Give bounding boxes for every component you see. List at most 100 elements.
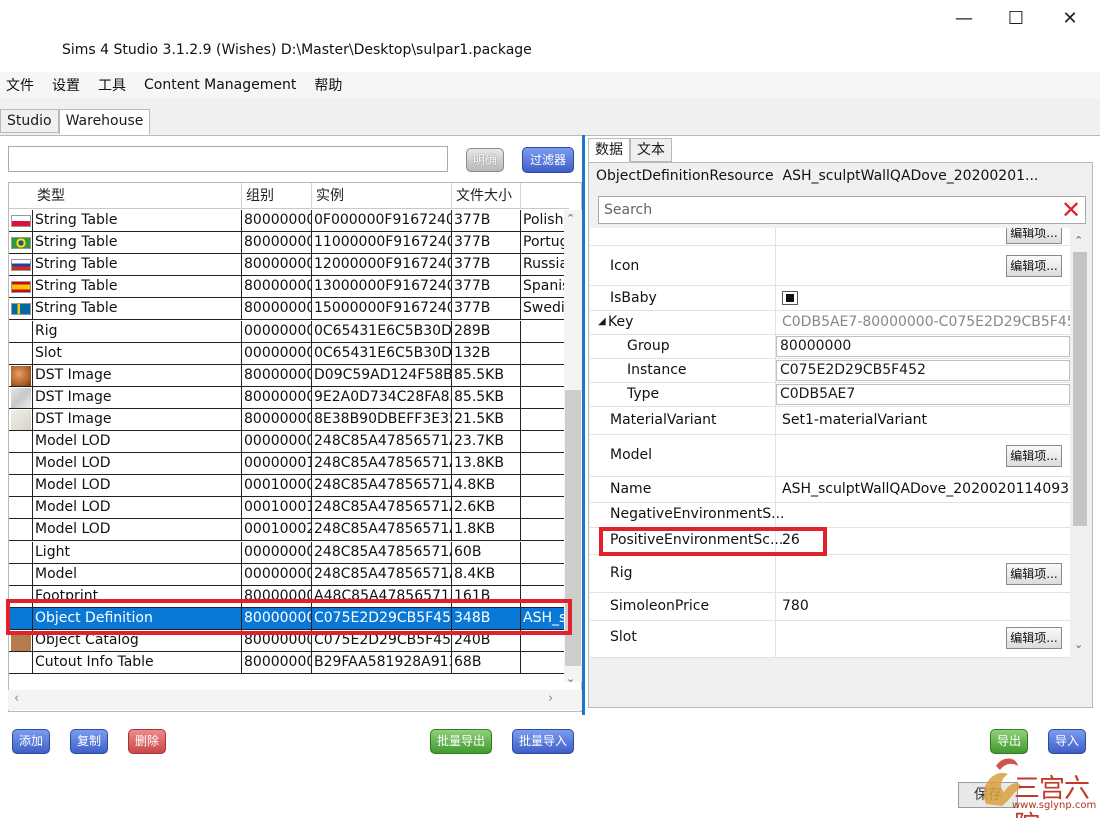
cell-instance: 0F000000F9167240 xyxy=(312,210,452,231)
cell-group: 00010001 xyxy=(242,497,312,519)
menu-settings[interactable]: 设置 xyxy=(52,75,80,95)
tab-text[interactable]: 文本 xyxy=(630,138,672,162)
cell-group: 80000000 xyxy=(242,652,312,673)
scroll-right-arrow-icon[interactable]: › xyxy=(548,691,553,706)
cell-type: DST Image xyxy=(33,364,242,386)
table-row[interactable]: Rig 00000000 0C65431E6C5B30DE 289B xyxy=(9,320,571,343)
cell-instance: 248C85A47856571A xyxy=(312,431,452,452)
property-grid-scroll-thumb[interactable] xyxy=(1073,252,1087,526)
table-row[interactable]: Model 00000000 248C85A47856571A 8.4KB xyxy=(9,563,571,586)
scroll-up-arrow-icon[interactable]: ⌃ xyxy=(566,212,575,225)
cell-instance: D09C59AD124F58BF xyxy=(312,364,452,386)
property-name-model: Model xyxy=(610,447,653,463)
clear-button[interactable]: 明确 xyxy=(466,148,504,172)
edit-rig-button[interactable]: 编辑项... xyxy=(1006,563,1062,585)
cell-size: 377B xyxy=(452,276,521,298)
edit-model-button[interactable]: 编辑项... xyxy=(1006,445,1062,467)
menu-help[interactable]: 帮助 xyxy=(314,75,342,95)
maximize-button[interactable]: ☐ xyxy=(996,6,1036,30)
column-header-type[interactable]: 类型 xyxy=(33,183,242,209)
cell-size: 377B xyxy=(452,232,521,254)
batch-import-button[interactable]: 批量导入 xyxy=(512,729,574,754)
table-row[interactable]: Model LOD 00000000 248C85A47856571A 23.7KB xyxy=(9,431,571,453)
table-row[interactable]: DST Image 80000000 9E2A0D734C28FA85 85.5KB xyxy=(9,386,571,409)
table-row[interactable]: Model LOD 00010001 248C85A47856571A 2.6KB xyxy=(9,497,571,520)
table-row[interactable]: Model LOD 00010000 248C85A47856571A 4.8KB xyxy=(9,475,571,498)
cell-instance: 248C85A47856571A xyxy=(312,475,452,497)
tab-warehouse[interactable]: Warehouse xyxy=(58,109,151,135)
collapse-triangle-icon[interactable]: ◢ xyxy=(598,316,606,327)
cell-size: 85.5KB xyxy=(452,364,521,386)
cell-icon xyxy=(9,298,33,320)
menu-tools[interactable]: 工具 xyxy=(98,75,126,95)
edit-button-partial[interactable]: 编辑项... xyxy=(1006,228,1062,244)
table-row[interactable]: Cutout Info Table 80000000 B29FAA581928A91… xyxy=(9,652,571,674)
app-window: — ☐ ✕ Sims 4 Studio 3.1.2.9 (Wishes) D:\… xyxy=(0,0,1100,818)
batch-export-button[interactable]: 批量导出 xyxy=(430,729,492,754)
table-row[interactable]: Model LOD 00010002 248C85A47856571A 1.8KB xyxy=(9,519,571,542)
table-row[interactable]: Slot 00000000 0C65431E6C5B30DE 132B xyxy=(9,342,571,365)
add-button[interactable]: 添加 xyxy=(12,729,50,754)
table-row[interactable]: String Table 80000000 15000000F9167240 377B… xyxy=(9,298,571,321)
scroll-left-arrow-icon[interactable]: ‹ xyxy=(14,691,19,706)
menu-content-management[interactable]: Content Management xyxy=(144,77,296,93)
cell-icon xyxy=(9,541,33,563)
main-tabs: Studio Warehouse xyxy=(0,109,151,135)
copy-button[interactable]: 复制 xyxy=(70,729,108,754)
table-row[interactable]: DST Image 80000000 D09C59AD124F58BF 85.5KB xyxy=(9,364,571,387)
cell-instance: 248C85A47856571A xyxy=(312,453,452,475)
table-row[interactable]: DST Image 80000000 8E38B90DBEFF3E35 21.5KB xyxy=(9,408,571,431)
close-button[interactable]: ✕ xyxy=(1050,6,1090,30)
cell-icon xyxy=(9,453,33,475)
cell-instance: 0C65431E6C5B30DE xyxy=(312,320,452,342)
column-header-group[interactable]: 组别 xyxy=(242,183,312,209)
property-value-materialvariant[interactable]: Set1-materialVariant xyxy=(782,412,927,428)
cell-size: 2.6KB xyxy=(452,497,521,519)
filter-button[interactable]: 过滤器 xyxy=(522,147,574,173)
table-row[interactable]: String Table 80000000 11000000F9167240 377B… xyxy=(9,232,571,255)
property-search-input[interactable]: Search xyxy=(598,196,1086,224)
table-header: 类型 组别 实例 文件大小 xyxy=(9,183,569,209)
cell-size: 23.7KB xyxy=(452,431,521,452)
cell-type: Light xyxy=(33,541,242,563)
tab-studio[interactable]: Studio xyxy=(0,109,59,133)
grid-scroll-up-icon[interactable]: ⌃ xyxy=(1074,234,1083,247)
grid-scroll-down-icon[interactable]: ⌄ xyxy=(1074,638,1083,651)
table-row[interactable]: Model LOD 00000001 248C85A47856571A 13.8KB xyxy=(9,453,571,476)
delete-button[interactable]: 删除 xyxy=(128,729,166,754)
cell-icon xyxy=(9,342,33,364)
table-row[interactable]: String Table 80000000 0F000000F9167240 377B… xyxy=(9,210,571,232)
resource-header: ObjectDefinitionResource ASH_sculptWallQ… xyxy=(596,168,1038,184)
property-value-simoleonprice[interactable]: 780 xyxy=(782,598,809,614)
watermark-logo: 三宫六院 www.sglynp.com xyxy=(972,746,1100,818)
edit-icon-button[interactable]: 编辑项... xyxy=(1006,255,1062,277)
property-value-name[interactable]: ASH_sculptWallQADove_202002011409311 xyxy=(782,481,1070,497)
column-header-size[interactable]: 文件大小 xyxy=(452,183,521,209)
pane-splitter[interactable] xyxy=(582,135,585,715)
table-horizontal-scrollbar[interactable]: ‹ › xyxy=(8,690,582,710)
table-row[interactable]: String Table 80000000 13000000F9167240 377B… xyxy=(9,276,571,299)
isbaby-checkbox[interactable] xyxy=(782,291,798,305)
group-input[interactable]: 80000000 xyxy=(776,336,1070,357)
filter-input[interactable] xyxy=(8,146,448,172)
property-name-isbaby: IsBaby xyxy=(610,290,657,306)
menu-file[interactable]: 文件 xyxy=(6,75,34,95)
clear-search-icon[interactable]: ✕ xyxy=(1060,198,1082,222)
table-row[interactable]: Light 00000000 248C85A47856571A 60B xyxy=(9,541,571,564)
property-name-key: Key xyxy=(608,314,634,330)
instance-input[interactable]: C075E2D29CB5F452 xyxy=(776,360,1070,381)
scroll-down-arrow-icon[interactable]: ⌄ xyxy=(566,672,575,685)
column-header-instance[interactable]: 实例 xyxy=(312,183,452,209)
property-row-partial: 编辑项... xyxy=(590,228,1070,246)
property-row-icon: Icon 编辑项... xyxy=(590,246,1070,286)
cell-group: 80000000 xyxy=(242,276,312,298)
cell-group: 80000000 xyxy=(242,408,312,430)
type-input[interactable]: C0DB5AE7 xyxy=(776,384,1070,405)
table-row[interactable]: String Table 80000000 12000000F9167240 377B… xyxy=(9,254,571,277)
edit-slot-button[interactable]: 编辑项... xyxy=(1006,627,1062,649)
property-row-instance: Instance C075E2D29CB5F452 xyxy=(590,359,1070,383)
cell-group: 00000001 xyxy=(242,453,312,475)
minimize-button[interactable]: — xyxy=(944,6,984,30)
cell-instance: 0C65431E6C5B30DE xyxy=(312,342,452,364)
tab-data[interactable]: 数据 xyxy=(588,138,630,162)
